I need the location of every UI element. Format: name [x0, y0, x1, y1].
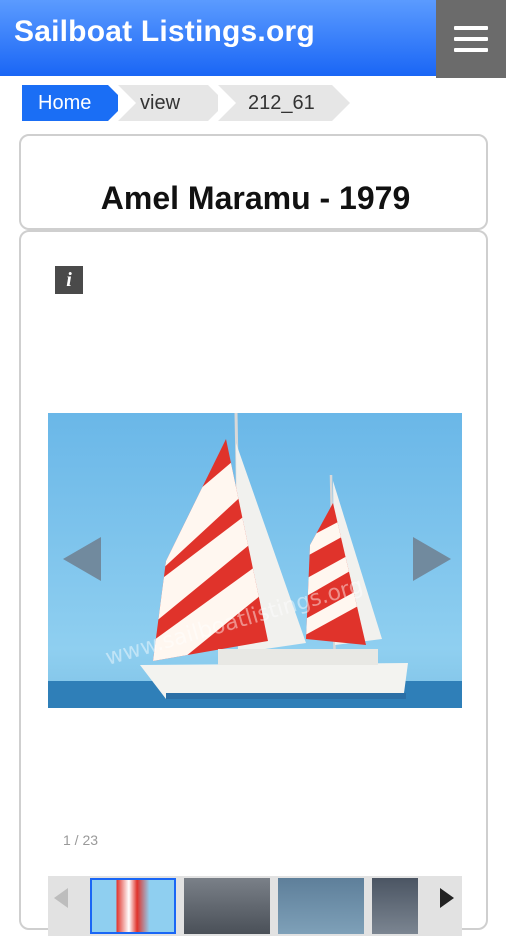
- breadcrumb-listing-id: 212_61: [218, 85, 350, 121]
- breadcrumb-view-label: view: [140, 91, 181, 114]
- menu-bar: [454, 48, 488, 52]
- thumbnail-strip: [48, 876, 462, 936]
- site-title[interactable]: Sailboat Listings.org: [14, 15, 315, 49]
- info-icon-label: i: [66, 268, 72, 291]
- thumb-next-icon[interactable]: [440, 888, 454, 908]
- info-icon[interactable]: i: [55, 266, 83, 294]
- breadcrumb-home-label: Home: [38, 91, 92, 114]
- thumbnail[interactable]: [372, 878, 418, 934]
- menu-bar: [454, 26, 488, 30]
- breadcrumb: Home view 212_61: [22, 85, 492, 121]
- breadcrumb-listing-id-label: 212_61: [248, 91, 315, 114]
- hamburger-menu-icon[interactable]: [436, 0, 506, 78]
- photo-counter: 1 / 23: [63, 832, 99, 848]
- breadcrumb-view[interactable]: view: [118, 85, 226, 121]
- photo-gallery: i www.sailboatlistings.org 1 / 23: [19, 230, 488, 936]
- site-header: Sailboat Listings.org: [0, 0, 506, 78]
- menu-bar: [454, 37, 488, 41]
- thumbnail[interactable]: [90, 878, 176, 934]
- title-card: Amel Maramu - 1979: [19, 134, 488, 230]
- thumb-prev-icon[interactable]: [54, 888, 68, 908]
- thumbnail[interactable]: [278, 878, 364, 934]
- right-arrow-icon[interactable]: [413, 537, 451, 581]
- left-arrow-icon[interactable]: [63, 537, 101, 581]
- boat-photo[interactable]: www.sailboatlistings.org: [48, 413, 462, 708]
- page-title: Amel Maramu - 1979: [100, 180, 411, 216]
- sailboat-image: www.sailboatlistings.org: [48, 413, 462, 708]
- thumbnail[interactable]: [184, 878, 270, 934]
- breadcrumb-home[interactable]: Home: [22, 85, 126, 121]
